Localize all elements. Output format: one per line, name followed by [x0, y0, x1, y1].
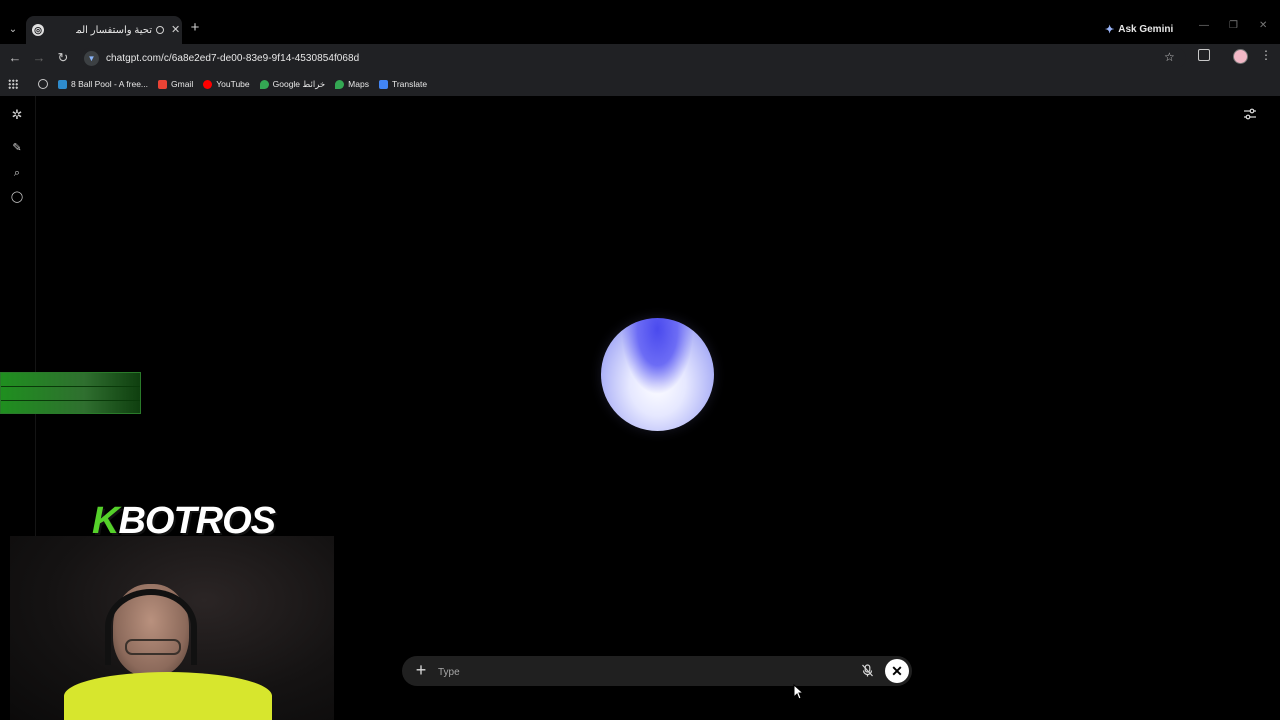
back-icon[interactable]: ← — [7, 50, 23, 66]
bookmark-star-icon[interactable]: ☆ — [1164, 50, 1175, 64]
browser-toolbar: ← → ↻ ▼ chatgpt.com/c/6a8e2ed7-de00-83e9… — [0, 44, 1280, 72]
bookmark-gmail[interactable]: Gmail — [158, 79, 193, 89]
profile-avatar[interactable] — [1233, 49, 1248, 64]
address-bar[interactable]: ▼ chatgpt.com/c/6a8e2ed7-de00-83e9-9f14-… — [80, 48, 1186, 68]
voice-settings-icon[interactable] — [1243, 108, 1257, 120]
browser-tab[interactable]: ◎ تحية واستفسار الملابس ✕ — [26, 16, 182, 44]
translate-icon — [378, 79, 388, 89]
site-info-icon[interactable]: ▼ — [84, 50, 99, 66]
bookmark-label: Gmail — [171, 79, 194, 89]
chatgpt-favicon-icon: ◎ — [32, 24, 44, 36]
bookmark-label: Translate — [391, 79, 428, 89]
reload-icon[interactable]: ↻ — [55, 50, 71, 66]
maps-icon — [335, 79, 345, 89]
browser-menu-icon[interactable]: ⋮ — [1260, 48, 1272, 62]
voice-composer: + ✕ — [402, 656, 912, 686]
forward-icon[interactable]: → — [31, 50, 47, 66]
pool-icon — [58, 79, 67, 89]
end-voice-button[interactable]: ✕ — [885, 659, 909, 683]
youtube-icon — [203, 79, 213, 89]
bookmarks-bar: 8 Ball Pool - A free... Gmail YouTube Go… — [0, 72, 1280, 96]
new-chat-icon[interactable]: ✎ — [10, 141, 24, 155]
ask-gemini-label: Ask Gemini — [1118, 23, 1174, 35]
url-text: chatgpt.com/c/6a8e2ed7-de00-83e9-9f14-45… — [106, 52, 360, 64]
webcam-feed — [10, 536, 334, 720]
bookmark-label: Google خرائط — [272, 78, 326, 89]
bookmark-label: YouTube — [216, 79, 250, 89]
gmail-icon — [158, 79, 168, 89]
new-tab-button[interactable]: + — [188, 20, 202, 35]
glasses — [125, 639, 181, 655]
stream-overlay-panel — [0, 372, 141, 414]
yellow-shirt — [64, 672, 272, 720]
window-close-icon[interactable]: ✕ — [1259, 20, 1267, 31]
bookmark-translate[interactable]: Translate — [378, 79, 428, 89]
add-attachment-button[interactable]: + — [412, 661, 430, 680]
bookmark-google-maps-ar[interactable]: Google خرائط — [259, 78, 326, 90]
chrome-icon[interactable] — [38, 79, 48, 89]
bookmark-maps[interactable]: Maps — [335, 79, 369, 89]
message-input[interactable] — [436, 662, 850, 682]
search-icon[interactable]: ⌕ — [10, 166, 24, 180]
chat-bubble-icon[interactable]: ◯ — [10, 190, 24, 204]
mic-off-icon[interactable] — [860, 663, 875, 678]
openai-logo-icon[interactable]: ✲ — [10, 108, 24, 122]
overlay-row — [1, 401, 140, 414]
minimize-icon[interactable]: — — [1199, 20, 1209, 31]
tab-title: تحية واستفسار الملابس — [76, 24, 152, 36]
overlay-row — [1, 373, 140, 387]
bookmark-8-ball-pool[interactable]: 8 Ball Pool - A free... — [58, 79, 148, 89]
tab-close-icon[interactable]: ✕ — [171, 24, 180, 36]
apps-grid-icon[interactable] — [8, 79, 18, 89]
overlay-row — [1, 387, 140, 401]
ask-gemini-button[interactable]: ✦ Ask Gemini — [1105, 20, 1173, 38]
voice-orb — [601, 318, 714, 431]
mouse-cursor-icon — [793, 684, 803, 700]
bookmark-label: Maps — [348, 79, 369, 89]
tab-strip: ⌄ ◎ تحية واستفسار الملابس ✕ + ✦ Ask Gemi… — [0, 0, 1280, 44]
bookmark-youtube[interactable]: YouTube — [203, 79, 250, 89]
maps-icon — [259, 79, 269, 89]
extensions-icon[interactable] — [1198, 49, 1210, 61]
audio-indicator-icon — [156, 26, 164, 34]
restore-icon[interactable]: ❐ — [1229, 20, 1238, 31]
bookmark-label: 8 Ball Pool - A free... — [71, 79, 149, 89]
tab-search-chevron-icon[interactable]: ⌄ — [4, 20, 22, 38]
gemini-sparkle-icon: ✦ — [1105, 23, 1115, 36]
